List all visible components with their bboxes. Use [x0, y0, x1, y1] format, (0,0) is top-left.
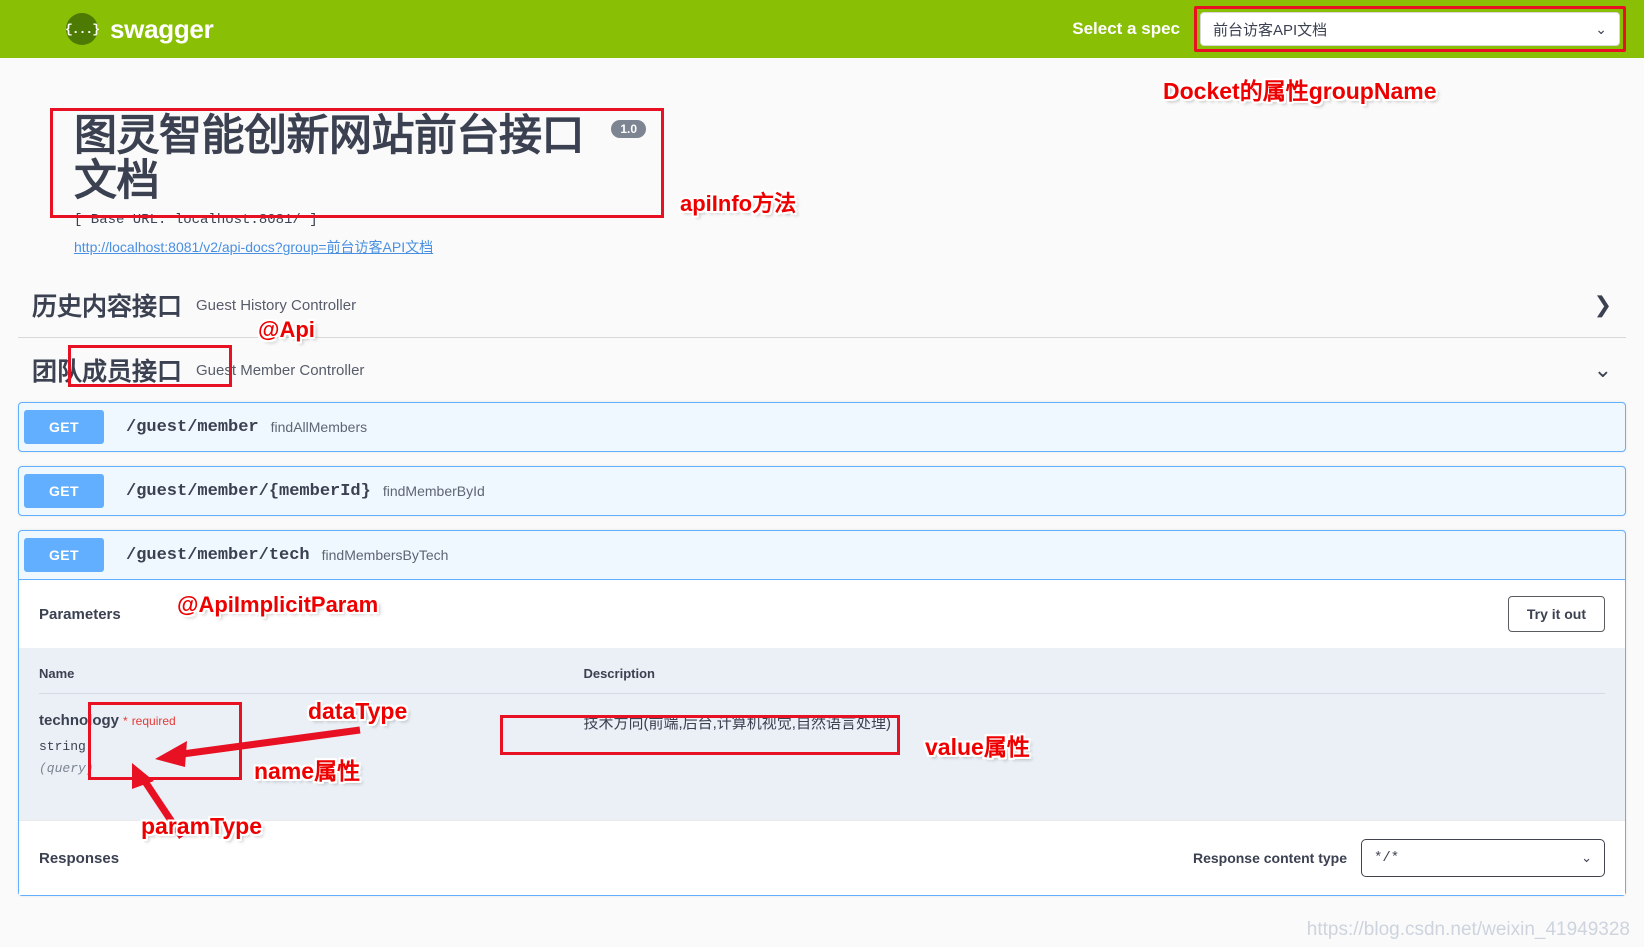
parameters-title: Parameters: [39, 605, 121, 623]
version-badge: 1.0: [611, 120, 646, 138]
api-title-row: 图灵智能创新网站前台接口文档 1.0: [74, 112, 646, 206]
watermark: https://blog.csdn.net/weixin_41949328: [1306, 919, 1630, 940]
parameter-name: technology: [39, 712, 120, 730]
annotation-paramtype: paramType: [141, 813, 263, 839]
annotation-api: @Api: [258, 317, 315, 342]
operation-path: /guest/member/tech: [126, 545, 310, 565]
page-title: 图灵智能创新网站前台接口文档: [74, 112, 585, 206]
operation-path: /guest/member: [126, 417, 259, 437]
spec-select[interactable]: 前台访客API文档 ⌄: [1200, 12, 1620, 46]
spec-select-highlight-box: 前台访客API文档 ⌄: [1194, 6, 1626, 52]
spec-select-value: 前台访客API文档: [1213, 21, 1328, 39]
select-a-spec-label: Select a spec: [1072, 19, 1180, 38]
api-docs-link[interactable]: http://localhost:8081/v2/api-docs?group=…: [74, 237, 433, 257]
operation-summary-text: findMemberById: [382, 483, 485, 500]
column-header-name: Name: [39, 648, 572, 695]
http-method-badge: GET: [24, 410, 104, 445]
operation-row-expanded[interactable]: GET /guest/member/tech findMembersByTech…: [18, 530, 1626, 897]
try-it-out-button[interactable]: Try it out: [1507, 596, 1605, 633]
response-content-type-select[interactable]: */* ⌄: [1361, 839, 1605, 878]
chevron-down-icon: ⌄: [1595, 20, 1607, 37]
operation-summary[interactable]: GET /guest/member/{memberId} findMemberB…: [19, 467, 1625, 515]
table-header-row: Name Description: [39, 648, 1605, 695]
annotation-apiinfo: apiInfo方法: [680, 191, 797, 216]
parameter-description: 技术方向(前端,后台,计算机视觉,自然语言处理): [583, 715, 891, 733]
annotation-datatype: dataType: [308, 698, 408, 724]
operation-summary-text: findMembersByTech: [321, 547, 449, 564]
tag-description-member: Guest Member Controller: [196, 361, 365, 379]
parameter-description-cell: 技术方向(前端,后台,计算机视觉,自然语言处理): [571, 694, 1605, 801]
annotation-name-property: name属性: [254, 758, 361, 784]
annotation-value-property: value属性: [925, 734, 1030, 760]
annotation-apiimplicitparam: @ApiImplicitParam: [177, 592, 379, 617]
tag-header-member[interactable]: 团队成员接口 Guest Member Controller ⌄: [18, 338, 1626, 402]
tag-name-member: 团队成员接口: [32, 358, 183, 387]
annotation-docket-groupname: Docket的属性groupName: [1163, 78, 1437, 104]
swagger-logo-text: swagger: [110, 13, 214, 44]
column-header-description: Description: [571, 648, 1605, 695]
http-method-badge: GET: [24, 538, 104, 573]
tag-section-member: 团队成员接口 Guest Member Controller ⌄: [18, 338, 1626, 402]
response-content-type-value: */*: [1374, 850, 1400, 867]
tag-description-history: Guest History Controller: [196, 296, 357, 314]
spec-selector-area: Select a spec 前台访客API文档 ⌄: [1072, 6, 1626, 52]
response-content-type-wrap: Response content type */* ⌄: [1192, 839, 1605, 878]
operation-summary-text: findAllMembers: [270, 419, 368, 436]
chevron-down-icon[interactable]: ⌄: [1594, 359, 1612, 381]
base-url: [ Base URL: localhost:8081/ ]: [74, 212, 318, 229]
operation-summary[interactable]: GET /guest/member/tech findMembersByTech: [19, 531, 1625, 579]
swagger-logo-icon: {...}: [65, 13, 100, 45]
operation-row[interactable]: GET /guest/member/{memberId} findMemberB…: [18, 466, 1626, 517]
http-method-badge: GET: [24, 474, 104, 509]
tag-name-history: 历史内容接口: [32, 293, 183, 322]
responses-title: Responses: [39, 849, 120, 867]
top-bar: {...} swagger Select a spec 前台访客API文档 ⌄: [0, 0, 1644, 58]
operation-row[interactable]: GET /guest/member findAllMembers: [18, 402, 1626, 453]
swagger-logo[interactable]: {...} swagger: [65, 13, 214, 45]
api-info-block: 图灵智能创新网站前台接口文档 1.0 [ Base URL: localhost…: [52, 100, 664, 273]
response-content-type-label: Response content type: [1192, 850, 1347, 867]
chevron-down-icon: ⌄: [1581, 850, 1592, 866]
chevron-right-icon[interactable]: ❯: [1594, 294, 1612, 316]
required-marker: *: [123, 714, 128, 729]
operation-path: /guest/member/{memberId}: [126, 481, 371, 501]
operation-summary[interactable]: GET /guest/member findAllMembers: [19, 403, 1625, 451]
